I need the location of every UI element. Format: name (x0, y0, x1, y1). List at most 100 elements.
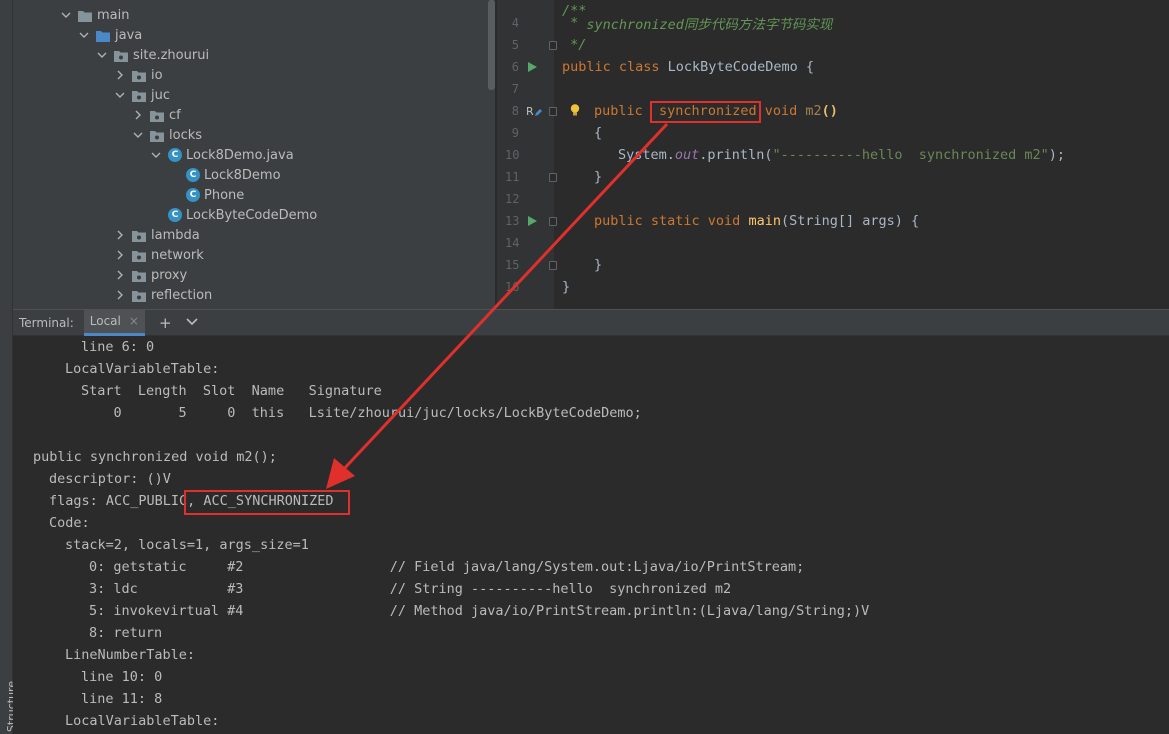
class-icon: C (168, 148, 182, 162)
terminal-line: 8: return (89, 625, 163, 641)
tree-item-lockbytecodedemo[interactable]: C LockByteCodeDemo (168, 205, 317, 225)
tree-item-label: proxy (151, 267, 188, 283)
run-icon[interactable] (528, 216, 537, 226)
terminal-line: 0 5 0 this Lsite/zhourui/juc/locks/LockB… (81, 405, 642, 421)
terminal-line: line 6: 0 (81, 339, 155, 355)
close-icon[interactable]: × (129, 314, 139, 328)
package-icon (132, 270, 146, 282)
chevron-down-icon[interactable] (185, 315, 198, 330)
terminal-line: descriptor: ()V (49, 471, 171, 487)
tree-item-phone[interactable]: C Phone (186, 185, 244, 205)
line-number: 16 (505, 280, 520, 294)
gutter-line: 10 (497, 144, 554, 166)
gutter-line: 11 (497, 166, 557, 188)
line-number: 4 (511, 16, 519, 30)
add-terminal-button[interactable]: + (159, 314, 172, 332)
chevron-right-icon[interactable] (114, 69, 126, 81)
package-icon (132, 290, 146, 302)
fold-icon[interactable] (549, 260, 557, 270)
tree-item-main[interactable]: main (60, 5, 129, 25)
gutter-line: 15 (497, 254, 557, 276)
code-line-10: System. out .println("----------hello sync… (618, 147, 1066, 163)
gutter-line: 12 (497, 188, 554, 210)
editor-gutter: 4 5 6 7 8 R 9 10 11 12 13 14 15 16 (497, 0, 580, 309)
line-number: 8 (511, 104, 519, 118)
gutter-line: 13 (497, 210, 557, 232)
terminal-line: public synchronized void m2(); (33, 449, 277, 465)
tree-item-label: Lock8Demo.java (186, 147, 294, 163)
line-number: 9 (511, 126, 519, 140)
annotation-box-synchronized (650, 101, 761, 123)
code-editor[interactable]: 4 5 6 7 8 R 9 10 11 12 13 14 15 16 /** * synchronized… (497, 0, 1169, 309)
chevron-right-icon[interactable] (114, 249, 126, 261)
tree-item-reflection[interactable]: reflection (114, 285, 212, 305)
edit-icon (534, 106, 543, 120)
tree-item-network[interactable]: network (114, 245, 204, 265)
line-number: 13 (505, 214, 520, 228)
package-icon (150, 110, 164, 122)
annotation-box-acc-synchronized (184, 490, 350, 515)
gutter-line: 4 (497, 12, 554, 34)
chevron-down-icon[interactable] (96, 49, 108, 61)
tree-item-label: lambda (151, 227, 200, 243)
line-number: 7 (511, 82, 519, 96)
class-icon: C (168, 208, 182, 222)
line-number: 15 (505, 258, 520, 272)
fold-icon[interactable] (549, 172, 557, 182)
terminal-line: 5: invokevirtual #4 // Method java/io/Pr… (89, 603, 870, 619)
tree-item-label: java (115, 27, 143, 43)
chevron-down-icon[interactable] (78, 29, 90, 41)
tree-item-juc[interactable]: juc (114, 85, 170, 105)
run-icon[interactable] (528, 62, 537, 72)
terminal-line: LocalVariableTable: (65, 361, 220, 377)
tree-item-io[interactable]: io (114, 65, 163, 85)
gutter-line: 16 (497, 276, 554, 298)
code-line-11: } (594, 169, 603, 185)
tree-item-locks[interactable]: locks (132, 125, 202, 145)
tree-item-cf[interactable]: cf (132, 105, 181, 125)
tree-item-label: LockByteCodeDemo (186, 207, 318, 223)
fold-icon[interactable] (549, 40, 557, 50)
terminal-line: 0: getstatic #2 // Field java/lang/Syste… (89, 559, 805, 575)
recursive-call-icon: R (526, 104, 534, 118)
line-number: 10 (505, 148, 520, 162)
folder-icon (78, 10, 92, 22)
tree-item-lock8demo[interactable]: C Lock8Demo (186, 165, 281, 185)
chevron-down-icon[interactable] (150, 149, 162, 161)
chevron-right-icon[interactable] (114, 289, 126, 301)
code-line-16: } (562, 279, 571, 295)
package-icon (132, 70, 146, 82)
gutter-line: 5 (497, 34, 557, 56)
tree-item-label: site.zhourui (133, 47, 210, 63)
tree-item-proxy[interactable]: proxy (114, 265, 187, 285)
class-icon: C (186, 168, 200, 182)
terminal-header: Terminal: Local × + (13, 309, 1169, 336)
line-number: 14 (505, 236, 520, 250)
tree-item-label: Phone (204, 187, 245, 203)
terminal-output[interactable]: line 6: 0 LocalVariableTable: Start Length… (13, 336, 1169, 734)
project-tree-scrollbar[interactable] (488, 0, 495, 90)
lightbulb-icon[interactable] (570, 104, 580, 120)
code-line-15: } (594, 257, 603, 273)
chevron-down-icon[interactable] (114, 89, 126, 101)
fold-icon[interactable] (549, 216, 557, 226)
chevron-down-icon[interactable] (60, 9, 72, 21)
tree-item-lambda[interactable]: lambda (114, 225, 200, 245)
chevron-right-icon[interactable] (114, 269, 126, 281)
chevron-down-icon[interactable] (132, 129, 144, 141)
tree-item-site-zhourui[interactable]: site.zhourui (96, 45, 209, 65)
chevron-right-icon[interactable] (114, 229, 126, 241)
class-icon: C (186, 188, 200, 202)
fold-icon[interactable] (549, 106, 557, 116)
gutter-line: 6 (497, 56, 554, 78)
tree-item-lock8demo-java[interactable]: C Lock8Demo.java (150, 145, 294, 165)
package-icon (132, 90, 146, 102)
tab-local-label: Local (89, 314, 121, 328)
terminal-line: LocalVariableTable: (65, 713, 220, 729)
terminal-line: 3: ldc #3 // String ----------hello sync… (89, 581, 732, 597)
chevron-right-icon[interactable] (132, 109, 144, 121)
tab-local[interactable]: Local × (83, 309, 145, 336)
tree-item-java[interactable]: java (78, 25, 142, 45)
package-icon (150, 130, 164, 142)
terminal-line: line 11: 8 (81, 691, 163, 707)
